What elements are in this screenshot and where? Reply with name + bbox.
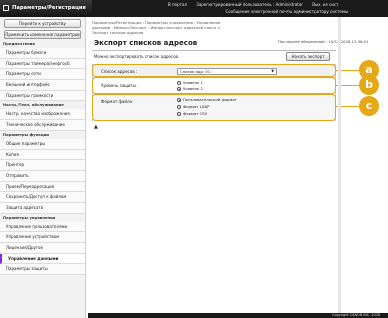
callout-c: c [359, 96, 379, 116]
sidebar-header: Предпочтения [3, 41, 35, 46]
highlight-frame-c [92, 94, 336, 121]
apply-changes-button[interactable]: Применить изменения параметров [4, 30, 81, 39]
main-content: Параметры/Регистрация : Параметры управл… [88, 17, 388, 318]
sidebar-item[interactable]: Техническое обслуживание [0, 120, 85, 131]
sidebar-item[interactable]: Настр. качества изображения [0, 109, 85, 121]
sidebar-item[interactable]: Копия [0, 149, 85, 161]
sidebar-header: Настр./Техн. обслуживание [3, 102, 64, 108]
sidebar-item[interactable]: Параметры сети [0, 69, 85, 81]
sidebar-item[interactable]: Внешний интерфейс [0, 80, 85, 91]
highlight-frame-a [92, 64, 336, 77]
sidebar-item[interactable]: Параметры громкости [0, 90, 85, 102]
instruction-text: Можно экспортировать список адресов. [94, 54, 180, 59]
top-links: В портал Зарегистрированный пользователь… [168, 2, 348, 7]
sidebar-item[interactable]: Параметры таймера/энергосб. [0, 58, 85, 70]
start-export-button[interactable]: Начать экспорт [286, 52, 330, 61]
sidebar-item-active[interactable]: Управление данными [0, 253, 85, 265]
sidebar-header: Параметры управления [3, 214, 56, 220]
divider [92, 50, 336, 51]
copyright: Copyright CANON INC. 2028 [332, 313, 380, 317]
sidebar-item[interactable]: Отправить [0, 170, 85, 182]
sidebar-item[interactable]: Параметры защиты [0, 264, 85, 276]
sidebar: Перейти к устройству Применить изменения… [0, 17, 86, 318]
user-label: Зарегистрированный пользователь : Admini… [196, 2, 303, 7]
go-to-device-button[interactable]: Перейти к устройству [4, 19, 81, 28]
portal-link[interactable]: В портал [168, 2, 187, 7]
callout-b: b [359, 75, 379, 95]
sidebar-header: Параметры функции [3, 131, 49, 137]
sidebar-item[interactable]: Защита адресата [0, 202, 85, 214]
last-updated: Последнее обновление : 10/12 2028 12:36:… [278, 39, 369, 44]
breadcrumb: Параметры/Регистрация : Параметры управл… [92, 20, 221, 35]
sidebar-item[interactable]: Лицензия/Другое [0, 243, 85, 254]
footer: Copyright CANON INC. 2028 [88, 313, 388, 318]
app-logo[interactable]: Параметры/Регистрация [0, 0, 92, 17]
highlight-frame-b [92, 77, 336, 94]
sidebar-item[interactable]: Принтер [0, 160, 85, 171]
sidebar-item[interactable]: Управление пользователями [0, 221, 85, 233]
logout-link[interactable]: Вых. из сист. [312, 2, 339, 7]
sidebar-item[interactable]: Общие параметры [0, 138, 85, 150]
sidebar-item[interactable]: Сохранить/Доступ к файлам [0, 192, 85, 203]
admin-email-link[interactable]: Сообщение электронной почты администрато… [226, 9, 349, 14]
page-title: Экспорт списков адресов [94, 39, 198, 47]
back-to-top-link[interactable]: ▲ [94, 124, 98, 130]
sidebar-item[interactable]: Управление устройством [0, 232, 85, 243]
sidebar-item[interactable]: Параметры бумаги [0, 48, 85, 59]
sidebar-item[interactable]: Прием/Переадресация [0, 181, 85, 193]
app-title: Параметры/Регистрация [12, 5, 86, 11]
top-bar: Параметры/Регистрация В портал Зарегистр… [0, 0, 388, 17]
scrollbar[interactable] [338, 17, 341, 313]
home-icon [3, 5, 9, 11]
